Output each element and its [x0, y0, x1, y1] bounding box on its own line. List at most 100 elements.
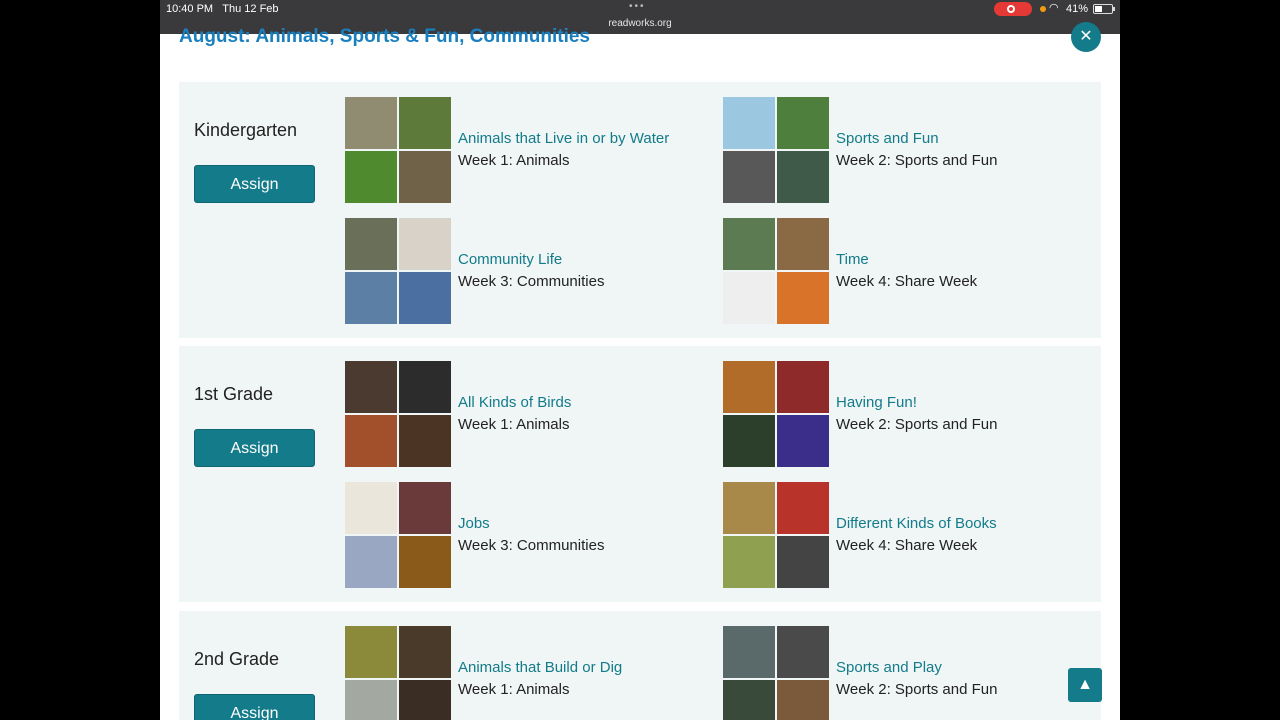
thumbnail-tile — [777, 218, 829, 270]
thumbnail-tile — [777, 482, 829, 534]
unit-title-link[interactable]: Animals that Live in or by Water — [458, 130, 669, 147]
unit-item[interactable]: Animals that Build or Dig Week 1: Animals — [345, 626, 705, 720]
mic-indicator-icon — [1040, 6, 1046, 12]
unit-week-label: Week 2: Sports and Fun — [836, 681, 998, 698]
unit-title-link[interactable]: Time — [836, 251, 869, 268]
thumbnail-tile — [723, 97, 775, 149]
unit-title-link[interactable]: Community Life — [458, 251, 562, 268]
screen-record-icon[interactable] — [994, 2, 1032, 16]
browser-frame: 10:40 PM Thu 12 Feb ••• readworks.org ◠ … — [160, 0, 1120, 720]
thumbnail-tile — [723, 218, 775, 270]
thumbnail-tile — [399, 415, 451, 467]
unit-thumbnail[interactable] — [723, 97, 829, 203]
thumbnail-tile — [345, 272, 397, 324]
thumbnail-tile — [345, 482, 397, 534]
grade-section: Kindergarten Assign Animals that Live in o… — [179, 82, 1101, 338]
thumbnail-tile — [399, 218, 451, 270]
unit-item[interactable]: Time Week 4: Share Week — [723, 218, 1083, 324]
unit-week-label: Week 3: Communities — [458, 273, 605, 290]
unit-thumbnail[interactable] — [723, 482, 829, 588]
unit-week-label: Week 3: Communities — [458, 537, 605, 554]
multitask-dots-icon[interactable]: ••• — [629, 1, 646, 12]
thumbnail-tile — [345, 415, 397, 467]
thumbnail-tile — [723, 482, 775, 534]
unit-thumbnail[interactable] — [723, 218, 829, 324]
thumbnail-tile — [399, 272, 451, 324]
thumbnail-tile — [777, 415, 829, 467]
grade-title: 2nd Grade — [194, 649, 280, 669]
unit-week-label: Week 1: Animals — [458, 416, 570, 433]
thumbnail-tile — [399, 536, 451, 588]
thumbnail-tile — [777, 626, 829, 678]
thumbnail-tile — [345, 680, 397, 720]
thumbnail-tile — [777, 680, 829, 720]
thumbnail-tile — [345, 626, 397, 678]
unit-title-link[interactable]: Animals that Build or Dig — [458, 659, 622, 676]
assign-button[interactable]: Assign — [194, 429, 315, 467]
thumbnail-tile — [777, 272, 829, 324]
thumbnail-tile — [777, 97, 829, 149]
thumbnail-tile — [723, 151, 775, 203]
thumbnail-tile — [345, 151, 397, 203]
unit-title-link[interactable]: All Kinds of Birds — [458, 394, 571, 411]
unit-week-label: Week 2: Sports and Fun — [836, 416, 998, 433]
unit-week-label: Week 2: Sports and Fun — [836, 152, 998, 169]
thumbnail-tile — [723, 536, 775, 588]
thumbnail-tile — [399, 482, 451, 534]
unit-title-link[interactable]: Jobs — [458, 515, 490, 532]
thumbnail-tile — [345, 536, 397, 588]
assign-button[interactable]: Assign — [194, 165, 315, 203]
thumbnail-tile — [345, 218, 397, 270]
unit-week-label: Week 4: Share Week — [836, 273, 978, 290]
unit-item[interactable]: Jobs Week 3: Communities — [345, 482, 705, 588]
unit-thumbnail[interactable] — [345, 482, 451, 588]
thumbnail-tile — [345, 97, 397, 149]
grade-section: 1st Grade Assign All Kinds of Birds Week 1:… — [179, 346, 1101, 602]
unit-item[interactable]: Having Fun! Week 2: Sports and Fun — [723, 361, 1083, 467]
thumbnail-tile — [399, 151, 451, 203]
unit-week-label: Week 1: Animals — [458, 152, 570, 169]
thumbnail-tile — [399, 361, 451, 413]
thumbnail-tile — [723, 415, 775, 467]
thumbnail-tile — [399, 626, 451, 678]
grade-title: 1st Grade — [194, 384, 274, 404]
thumbnail-tile — [777, 361, 829, 413]
battery-percent: 41% — [1066, 3, 1089, 15]
thumbnail-tile — [723, 361, 775, 413]
unit-item[interactable]: Sports and Play Week 2: Sports and Fun — [723, 626, 1083, 720]
unit-item[interactable]: All Kinds of Birds Week 1: Animals — [345, 361, 705, 467]
thumbnail-tile — [723, 680, 775, 720]
status-time: 10:40 PM Thu 12 Feb — [166, 3, 279, 15]
unit-week-label: Week 1: Animals — [458, 681, 570, 698]
unit-title-link[interactable]: Different Kinds of Books — [836, 515, 997, 532]
wifi-icon: ◠ — [1049, 2, 1059, 14]
unit-item[interactable]: Animals that Live in or by Water Week 1: … — [345, 97, 705, 203]
battery-icon — [1093, 4, 1115, 14]
page-heading: August: Animals, Sports & Fun, Communiti… — [179, 26, 590, 47]
thumbnail-tile — [399, 680, 451, 720]
thumbnail-tile — [777, 536, 829, 588]
unit-title-link[interactable]: Sports and Fun — [836, 130, 939, 147]
unit-item[interactable]: Sports and Fun Week 2: Sports and Fun — [723, 97, 1083, 203]
unit-title-link[interactable]: Sports and Play — [836, 659, 942, 676]
unit-thumbnail[interactable] — [345, 361, 451, 467]
unit-item[interactable]: Community Life Week 3: Communities — [345, 218, 705, 324]
unit-thumbnail[interactable] — [345, 97, 451, 203]
grade-title: Kindergarten — [194, 120, 298, 140]
unit-thumbnail[interactable] — [723, 361, 829, 467]
close-button[interactable]: ✕ — [1071, 22, 1101, 52]
thumbnail-tile — [345, 361, 397, 413]
thumbnail-tile — [723, 626, 775, 678]
unit-thumbnail[interactable] — [345, 626, 451, 720]
unit-item[interactable]: Different Kinds of Books Week 4: Share We… — [723, 482, 1083, 588]
grade-section: 2nd Grade Assign Animals that Build or Dig… — [179, 611, 1101, 720]
thumbnail-tile — [723, 272, 775, 324]
unit-week-label: Week 4: Share Week — [836, 537, 978, 554]
assign-button[interactable]: Assign — [194, 694, 315, 720]
scroll-to-top-button[interactable]: ▲ — [1068, 668, 1102, 702]
unit-thumbnail[interactable] — [345, 218, 451, 324]
unit-title-link[interactable]: Having Fun! — [836, 394, 917, 411]
thumbnail-tile — [399, 97, 451, 149]
unit-thumbnail[interactable] — [723, 626, 829, 720]
thumbnail-tile — [777, 151, 829, 203]
